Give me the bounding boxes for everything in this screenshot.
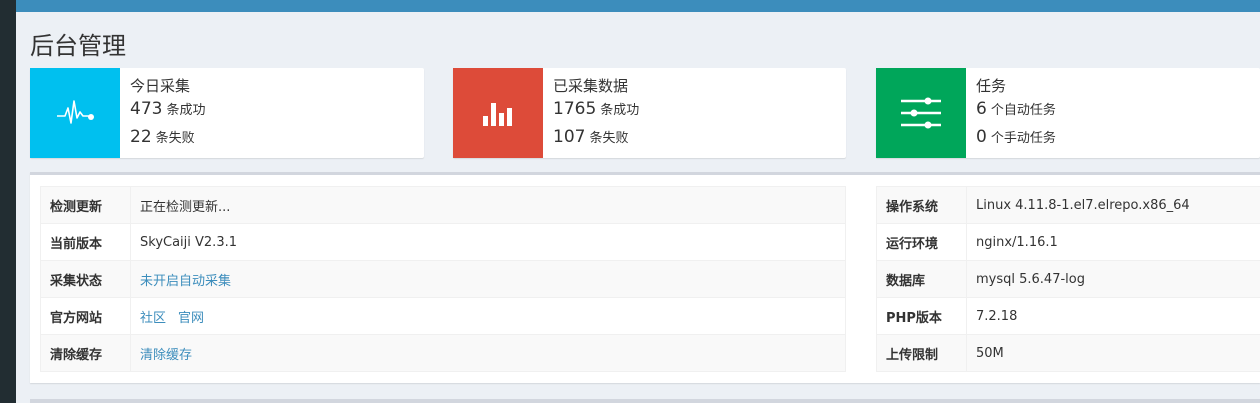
os-label: 操作系统: [877, 187, 967, 223]
sidebar: [0, 0, 16, 403]
info-box-label: 任务: [976, 77, 1007, 95]
success-count-row: 1765 条成功: [553, 96, 639, 124]
official-site-link[interactable]: 官网: [178, 307, 204, 326]
community-link[interactable]: 社区: [140, 307, 166, 326]
fail-count-row: 107 条失败: [553, 124, 639, 152]
upload-limit-label: 上传限制: [877, 335, 967, 371]
main-content: 后台管理 今日采集 473条成功 22条失败 已采集数据 1765条成功: [16, 12, 1260, 403]
info-box-label: 已采集数据: [553, 77, 629, 95]
version-label: 当前版本: [41, 224, 131, 260]
runtime-label: 运行环境: [877, 224, 967, 260]
table-row: 运行环境 nginx/1.16.1: [877, 223, 1260, 260]
success-unit: 条成功: [166, 103, 206, 118]
manual-task-row: 0 个手动任务: [976, 124, 1056, 152]
upload-limit-value: 50M: [976, 345, 1004, 361]
auto-task-count: 6: [976, 99, 987, 119]
fail-unit: 条失败: [589, 131, 629, 146]
auto-task-row: 6 个自动任务: [976, 96, 1056, 124]
activity-icon: [30, 68, 120, 158]
update-check-label: 检测更新: [41, 187, 131, 223]
page-title: 后台管理: [30, 32, 126, 60]
top-navbar: [0, 0, 1260, 12]
table-row: 检测更新 正在检测更新...: [41, 187, 845, 223]
table-row: 数据库 mysql 5.6.47-log: [877, 260, 1260, 297]
success-count: 1765: [553, 99, 597, 119]
official-site-label: 官方网站: [41, 298, 131, 334]
success-count: 473: [130, 99, 163, 119]
auto-task-unit: 个自动任务: [990, 103, 1056, 118]
fail-count: 22: [130, 127, 152, 147]
table-row: 官方网站 社区 官网: [41, 297, 845, 334]
clear-cache-link[interactable]: 清除缓存: [140, 344, 192, 363]
php-version-value: 7.2.18: [976, 308, 1018, 324]
table-row: 操作系统 Linux 4.11.8-1.el7.elrepo.x86_64: [877, 187, 1260, 223]
version-value: SkyCaiji V2.3.1: [140, 234, 237, 250]
table-row: 清除缓存 清除缓存: [41, 334, 845, 371]
table-row: 采集状态 未开启自动采集: [41, 260, 845, 297]
system-info-panel: 检测更新 正在检测更新... 当前版本 SkyCaiji V2.3.1 采集状态…: [30, 172, 1260, 383]
database-value: mysql 5.6.47-log: [976, 271, 1085, 287]
manual-task-count: 0: [976, 127, 987, 147]
success-unit: 条成功: [600, 103, 640, 118]
update-check-value: 正在检测更新...: [140, 199, 231, 215]
info-box-text: 任务 6 个自动任务 0 个手动任务: [976, 76, 1056, 152]
info-box-today-collect: 今日采集 473 条成功 22 条失败: [30, 68, 424, 158]
bar-chart-icon: [453, 68, 543, 158]
info-box-text: 今日采集 473 条成功 22 条失败: [130, 76, 205, 152]
collect-status-cell: 未开启自动采集: [131, 261, 231, 297]
fail-unit: 条失败: [155, 131, 195, 146]
collect-status-label: 采集状态: [41, 261, 131, 297]
server-info-table: 操作系统 Linux 4.11.8-1.el7.elrepo.x86_64 运行…: [876, 186, 1260, 372]
table-row: PHP版本 7.2.18: [877, 297, 1260, 334]
fail-count: 107: [553, 127, 586, 147]
next-panel-border: [30, 399, 1260, 403]
database-label: 数据库: [877, 261, 967, 297]
manual-task-unit: 个手动任务: [990, 131, 1056, 146]
collect-status-link[interactable]: 未开启自动采集: [140, 270, 231, 289]
runtime-value: nginx/1.16.1: [976, 234, 1058, 250]
official-site-cell: 社区 官网: [131, 298, 204, 334]
info-box-text: 已采集数据 1765 条成功 107 条失败: [553, 76, 639, 152]
clear-cache-label: 清除缓存: [41, 335, 131, 371]
site-info-table: 检测更新 正在检测更新... 当前版本 SkyCaiji V2.3.1 采集状态…: [40, 186, 846, 372]
table-row: 当前版本 SkyCaiji V2.3.1: [41, 223, 845, 260]
info-box-label: 今日采集: [130, 77, 191, 95]
php-version-label: PHP版本: [877, 298, 967, 334]
info-box-tasks: 任务 6 个自动任务 0 个手动任务: [876, 68, 1260, 158]
success-count-row: 473 条成功: [130, 96, 205, 124]
sliders-icon: [876, 68, 966, 158]
clear-cache-cell: 清除缓存: [131, 335, 192, 371]
fail-count-row: 22 条失败: [130, 124, 205, 152]
os-value: Linux 4.11.8-1.el7.elrepo.x86_64: [976, 197, 1190, 213]
table-row: 上传限制 50M: [877, 334, 1260, 371]
info-box-collected-data: 已采集数据 1765 条成功 107 条失败: [453, 68, 846, 158]
